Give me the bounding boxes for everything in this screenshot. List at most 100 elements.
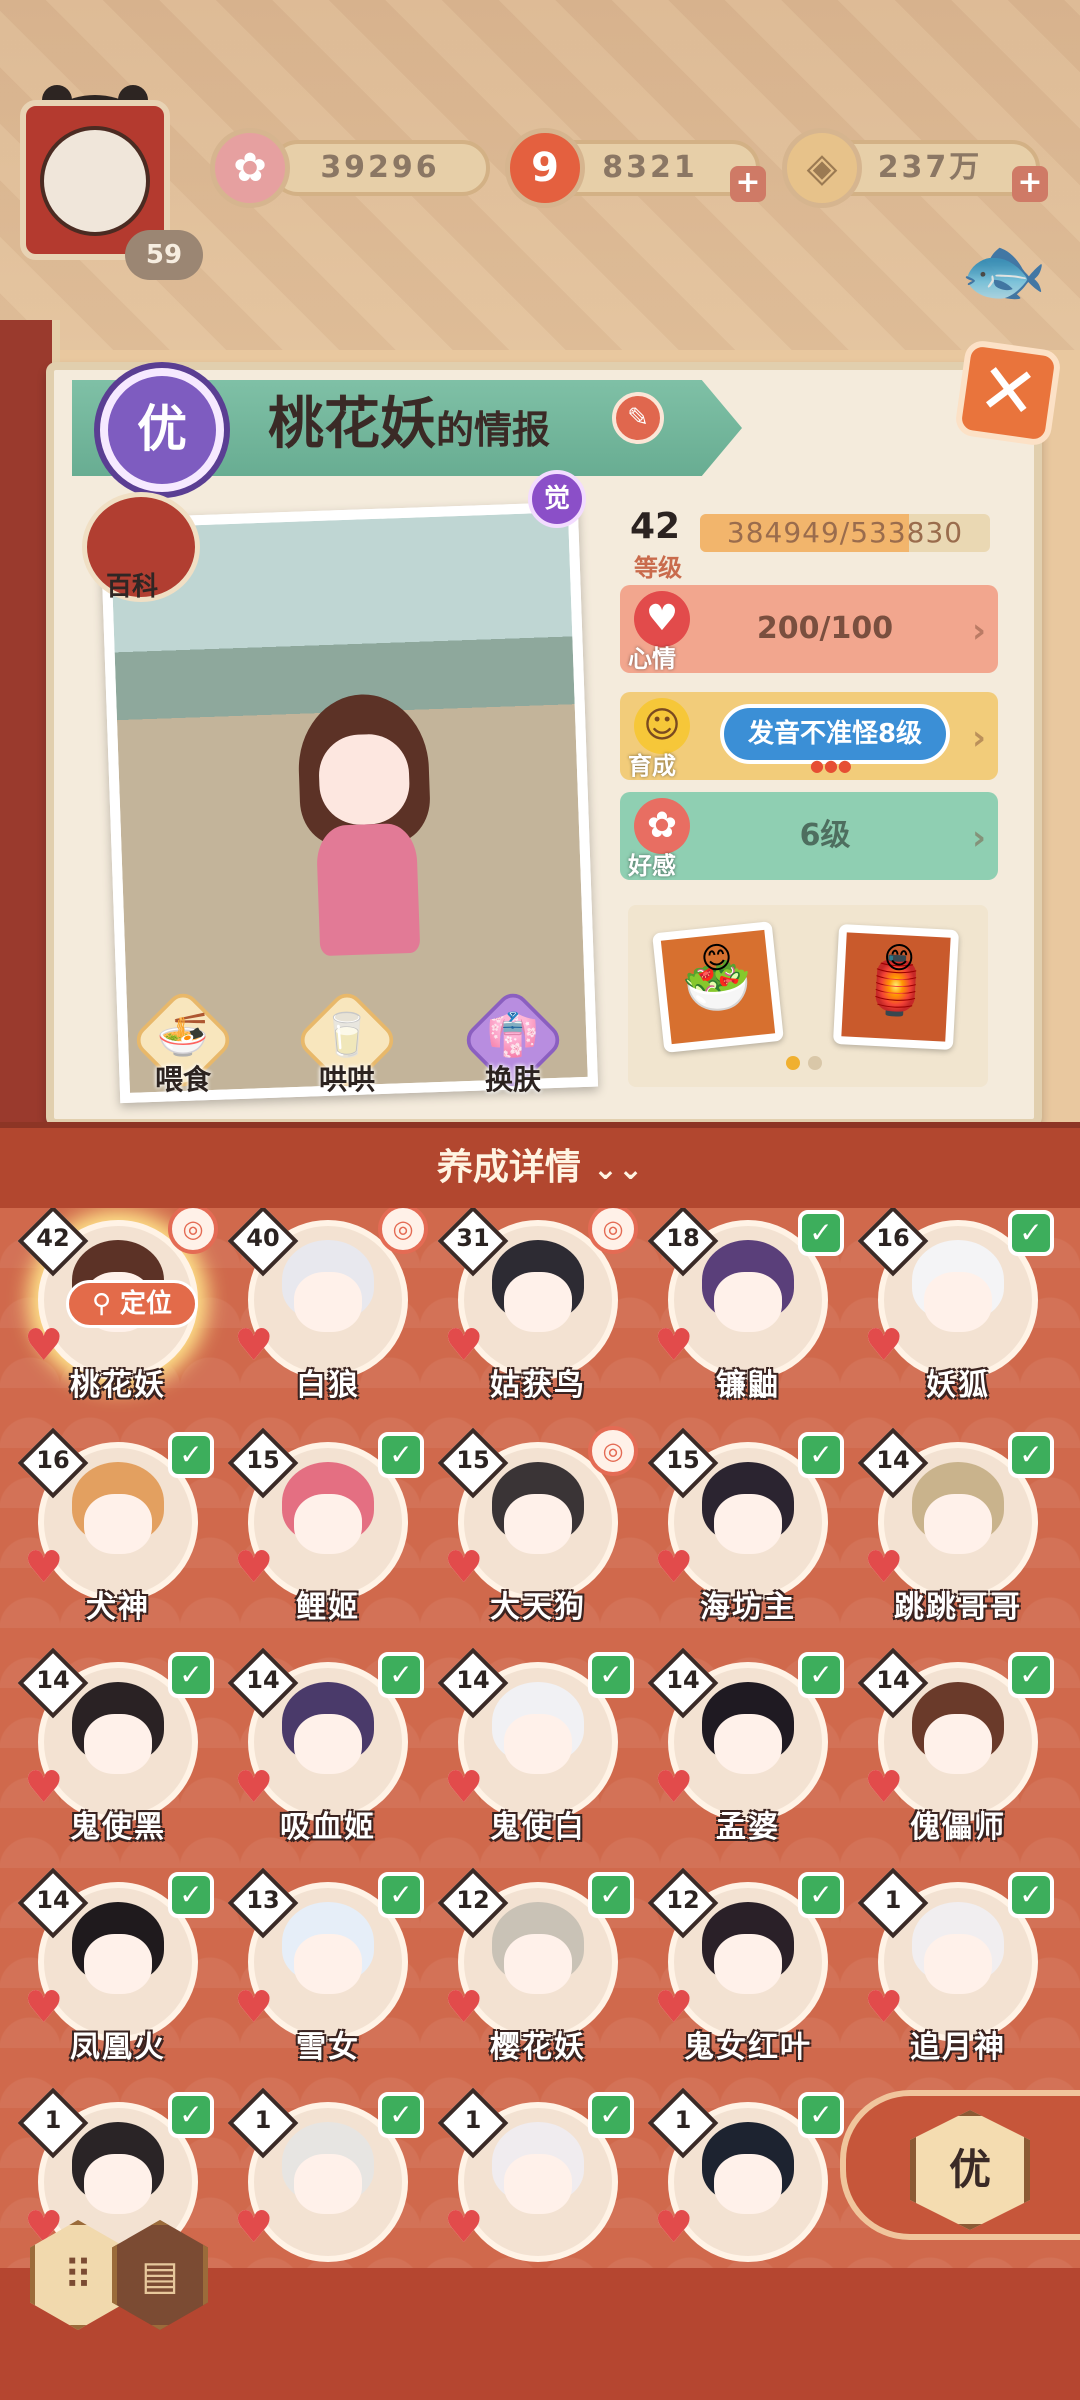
shikigami-level: 31 <box>456 1224 490 1252</box>
shikigami-card[interactable]: 14 ♥ ✓ 吸血姬 <box>227 1647 428 1872</box>
shikigami-level: 12 <box>666 1886 700 1914</box>
wiki-label[interactable]: 百科 <box>106 566 158 603</box>
close-button[interactable]: ✕ <box>953 338 1063 448</box>
shikigami-card[interactable]: 31 ♥ ◎ 姑获鸟 <box>437 1208 638 1430</box>
coax-label: 哄哄 <box>318 1063 375 1096</box>
shikigami-card[interactable]: 1 ♥ ✓ <box>647 2087 848 2268</box>
checkmark-icon: ✓ <box>588 1872 634 1918</box>
location-pin-icon: ⚲ <box>91 1289 121 1319</box>
chevron-right-icon: › <box>971 818 986 858</box>
shikigami-level: 1 <box>254 2106 272 2134</box>
skin-label: 换肤 <box>484 1063 541 1096</box>
shikigami-level: 14 <box>246 1666 280 1694</box>
shikigami-card[interactable]: 16 ♥ ✓ 犬神 <box>17 1427 218 1652</box>
shikigami-card[interactable]: 12 ♥ ✓ 樱花妖 <box>437 1867 638 2092</box>
shikigami-name: 雪女 <box>296 2030 360 2065</box>
checkmark-icon: ✓ <box>168 1432 214 1478</box>
shikigami-name: 鬼使白 <box>490 1810 586 1845</box>
shikigami-level: 14 <box>876 1666 910 1694</box>
shikigami-name: 姑获鸟 <box>490 1368 586 1403</box>
checkmark-icon: ✓ <box>168 2092 214 2138</box>
rarity-badge: 优 <box>100 368 224 492</box>
shikigami-level: 14 <box>456 1666 490 1694</box>
checkmark-icon: ✓ <box>798 2092 844 2138</box>
koinobori-fish-icon: 🐟 <box>960 230 1048 312</box>
mood-heart-icon: ♥ <box>234 2202 274 2253</box>
shikigami-card[interactable]: 42 ♥ ◎ 桃花妖 ⚲ 定位 <box>17 1208 218 1430</box>
shikigami-card[interactable]: 1 ♥ ✓ <box>227 2087 428 2268</box>
shikigami-name: 妖狐 <box>926 1368 990 1403</box>
exp-progress-bar: 384949/533830 <box>700 514 990 552</box>
seal-icon: ◎ <box>168 1208 218 1254</box>
shikigami-name: 海坊主 <box>700 1590 796 1625</box>
shikigami-card[interactable]: 14 ♥ ✓ 孟婆 <box>647 1647 848 1872</box>
title-suffix: 的情报 <box>436 408 551 452</box>
shikigami-card[interactable]: 14 ♥ ✓ 傀儡师 <box>857 1647 1058 1872</box>
sakura-flower-icon: ✿ <box>210 128 290 208</box>
checkmark-icon: ✓ <box>168 1872 214 1918</box>
shikigami-card[interactable]: 12 ♥ ✓ 鬼女红叶 <box>647 1867 848 2092</box>
shikigami-level: 18 <box>666 1224 700 1252</box>
shikigami-card[interactable]: 14 ♥ ✓ 鬼使黑 <box>17 1647 218 1872</box>
checkmark-icon: ✓ <box>588 2092 634 2138</box>
smile-face-icon: 😊 <box>699 939 735 978</box>
shikigami-card[interactable]: 40 ♥ ◎ 白狼 <box>227 1208 428 1430</box>
magatama-icon: 9 <box>505 128 585 208</box>
seal-icon: ◎ <box>588 1426 638 1476</box>
shikigami-name: 吸血姬 <box>280 1810 376 1845</box>
shikigami-card[interactable]: 14 ♥ ✓ 鬼使白 <box>437 1647 638 1872</box>
shikigami-level: 14 <box>36 1666 70 1694</box>
favorite-items-carousel[interactable]: 😊 🥗 😊 🏮 <box>628 905 988 1087</box>
toy-gift-card[interactable]: 😊 🏮 <box>832 923 960 1051</box>
details-toggle[interactable]: 养成详情 ⌄⌄ <box>0 1122 1080 1208</box>
shikigami-card[interactable]: 16 ♥ ✓ 妖狐 <box>857 1208 1058 1430</box>
exp-text: 384949/533830 <box>726 516 964 549</box>
shikigami-card[interactable]: 1 ♥ ✓ <box>437 2087 638 2268</box>
growth-title-badge: 发音不准怪8级 <box>720 704 950 764</box>
shikigami-card[interactable]: 14 ♥ ✓ 跳跳哥哥 <box>857 1427 1058 1652</box>
food-gift-card[interactable]: 😊 🥗 <box>652 921 784 1053</box>
shikigami-card[interactable]: 13 ♥ ✓ 雪女 <box>227 1867 428 2092</box>
shikigami-card[interactable]: 15 ♥ ◎ 大天狗 <box>437 1426 638 1652</box>
coin-add-button[interactable]: + <box>1012 166 1048 202</box>
shikigami-name: 鲤姬 <box>296 1590 360 1625</box>
shikigami-level: 1 <box>44 2106 62 2134</box>
shikigami-card[interactable]: 18 ♥ ✓ 镰鼬 <box>647 1208 848 1430</box>
bowl-icon: 🍜 <box>156 1010 210 1059</box>
shikigami-card[interactable]: 15 ♥ ✓ 鲤姬 <box>227 1427 428 1652</box>
shikigami-name: 鬼女红叶 <box>684 2030 812 2065</box>
character-face <box>317 732 411 826</box>
shikigami-card[interactable]: 1 ♥ ✓ 追月神 <box>857 1867 1058 2092</box>
locate-button[interactable]: ⚲ 定位 <box>66 1280 198 1328</box>
shikigami-card[interactable]: 14 ♥ ✓ 凤凰火 <box>17 1867 218 2092</box>
checkmark-icon: ✓ <box>1008 1652 1054 1698</box>
shikigami-name: 镰鼬 <box>716 1368 780 1403</box>
avatar-face <box>40 126 150 236</box>
feed-button[interactable]: 🍜 喂食 <box>128 986 238 1100</box>
shikigami-name: 桃花妖 <box>70 1368 166 1403</box>
shikigami-name: 鬼使黑 <box>70 1810 166 1845</box>
coax-button[interactable]: 🥛 哄哄 <box>292 986 402 1100</box>
shikigami-level: 15 <box>666 1446 700 1474</box>
affection-row[interactable]: ✿ 好感 6级 › <box>620 792 998 880</box>
skin-button[interactable]: 👘 换肤 <box>458 986 568 1100</box>
mood-row[interactable]: ♥ 心情 200/100 › <box>620 585 998 673</box>
shikigami-card[interactable]: 15 ♥ ✓ 海坊主 <box>647 1427 848 1652</box>
shikigami-level: 14 <box>666 1666 700 1694</box>
shikigami-level: 14 <box>36 1886 70 1914</box>
rename-pencil-icon[interactable]: ✎ <box>612 392 664 444</box>
checkmark-icon: ✓ <box>798 1210 844 1256</box>
shikigami-name: 凤凰火 <box>70 2030 166 2065</box>
page-dot <box>808 1056 822 1070</box>
shikigami-name: 樱花妖 <box>490 2030 586 2065</box>
shikigami-name: 跳跳哥哥 <box>894 1590 1022 1625</box>
shikigami-level: 40 <box>246 1224 280 1252</box>
magatama-add-button[interactable]: + <box>730 166 766 202</box>
character-sprite[interactable] <box>286 692 446 977</box>
shikigami-level: 14 <box>876 1446 910 1474</box>
growth-row[interactable]: ☺ 育成 发音不准怪8级 ●●● › <box>620 692 998 780</box>
checkmark-icon: ✓ <box>1008 1432 1054 1478</box>
sakura-resource-value: 39296 <box>270 140 490 196</box>
checkmark-icon: ✓ <box>1008 1872 1054 1918</box>
list-view-icon: ▤ <box>141 2253 179 2299</box>
